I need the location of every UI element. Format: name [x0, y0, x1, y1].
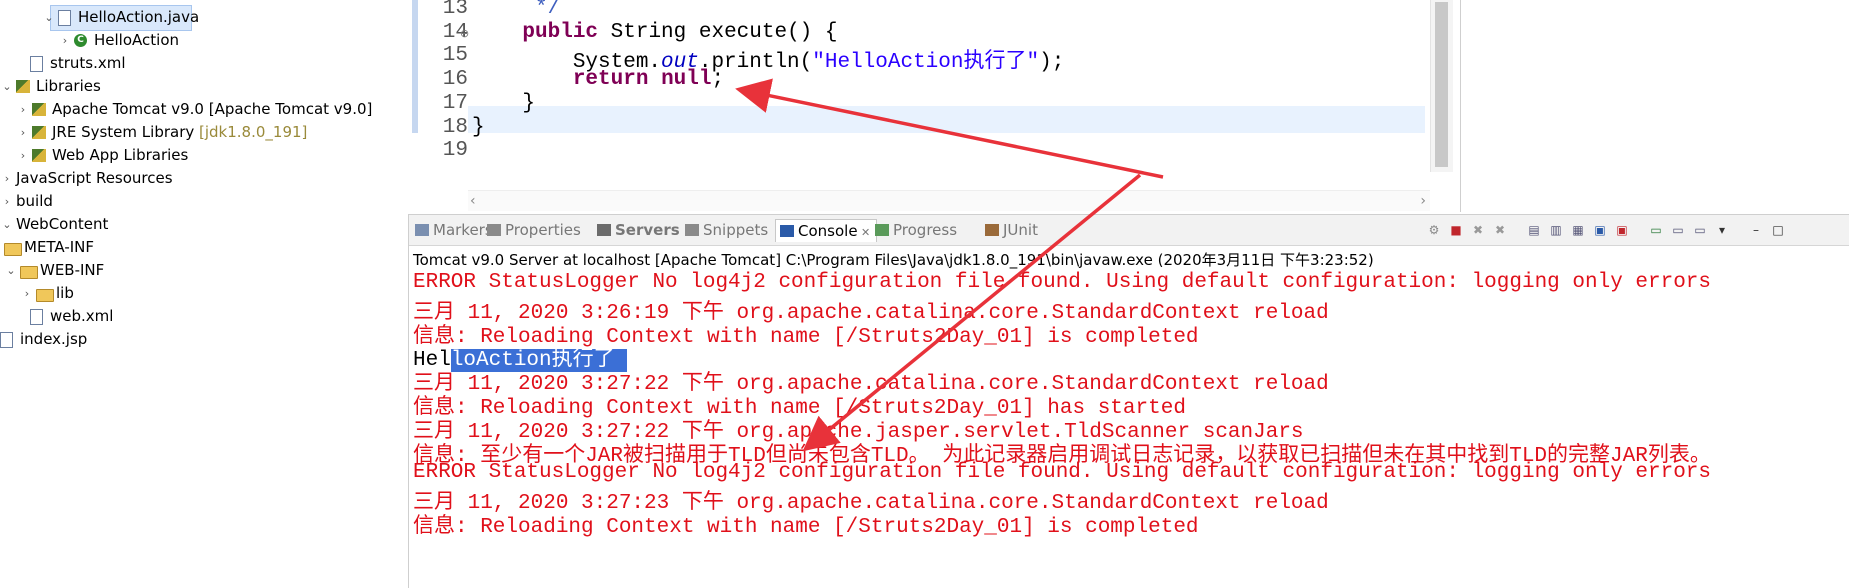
arrow-to-return-null — [735, 78, 1164, 179]
annotation-arrows — [735, 78, 1164, 452]
arrow-to-console-output — [802, 173, 1142, 452]
